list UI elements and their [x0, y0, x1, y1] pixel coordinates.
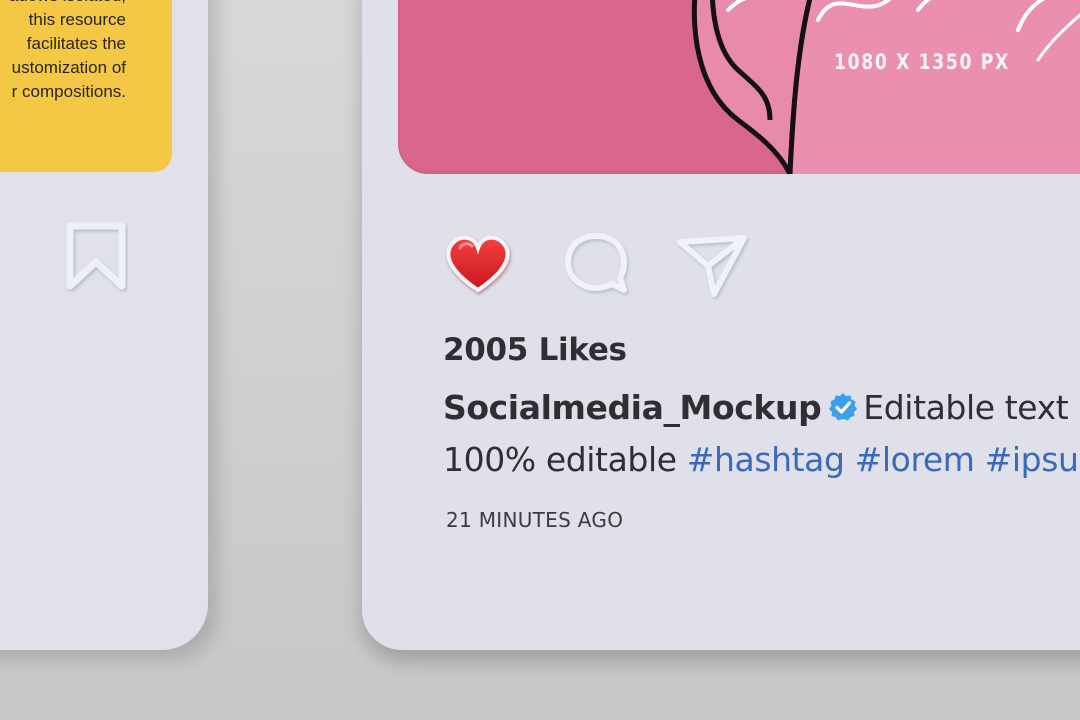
- post-timestamp: 21 MINUTES AGO: [446, 508, 624, 532]
- hashtag-link[interactable]: #hashtag: [687, 440, 845, 479]
- post-image[interactable]: 1080 X 1350 PX: [398, 0, 1080, 174]
- post-actions: [438, 224, 798, 304]
- caption-line-1: Socialmedia_Mockup Editable text: [443, 388, 1069, 427]
- left-post-card: adows isolated, this resource facilitate…: [0, 0, 208, 650]
- right-post-card: 1080 X 1350 PX 2005 Likes Socialmedia_Mo…: [362, 0, 1080, 650]
- hashtag-link[interactable]: #ipsu: [985, 440, 1079, 479]
- heart-icon[interactable]: [438, 224, 518, 304]
- likes-count: 2005 Likes: [443, 332, 627, 368]
- username-link[interactable]: Socialmedia_Mockup: [443, 388, 822, 427]
- share-icon[interactable]: [672, 224, 752, 304]
- verified-badge-icon: [829, 393, 858, 421]
- comment-icon[interactable]: [556, 224, 636, 304]
- flamingo-illustration: [691, 0, 1080, 174]
- caption-line-2: 100% editable #hashtag #lorem #ipsu: [443, 440, 1079, 479]
- caption-line2-text: 100% editable: [443, 440, 677, 479]
- bookmark-icon[interactable]: [64, 222, 128, 292]
- caption-text: Editable text: [863, 388, 1069, 427]
- image-size-label: 1080 X 1350 PX: [834, 50, 1010, 74]
- left-post-description: adows isolated, this resource facilitate…: [9, 0, 126, 101]
- left-post-image[interactable]: adows isolated, this resource facilitate…: [0, 0, 172, 172]
- hashtag-link[interactable]: #lorem: [855, 440, 975, 479]
